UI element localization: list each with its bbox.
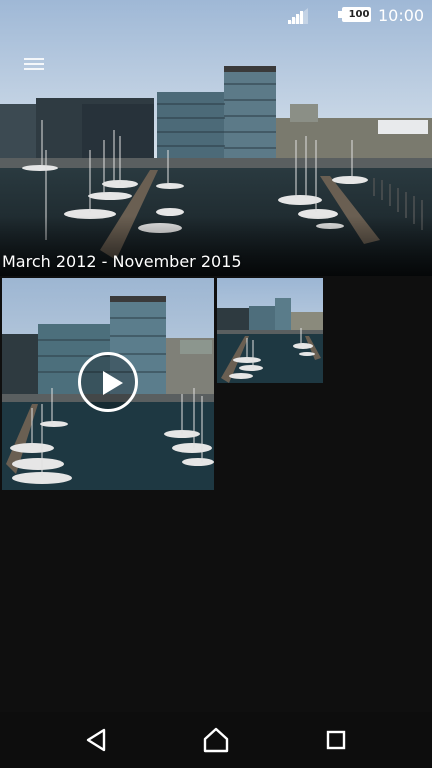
grid-item-video[interactable] — [2, 278, 214, 490]
cellular-signal-icon — [288, 8, 308, 24]
album-date-range: March 2012 - November 2015 — [2, 252, 242, 271]
back-glyph — [86, 728, 106, 752]
grid-item-photo[interactable] — [217, 278, 323, 383]
back-triangle-icon[interactable] — [76, 720, 116, 760]
recent-glyph — [326, 730, 346, 750]
menu-line — [24, 58, 44, 60]
menu-line — [24, 63, 44, 65]
battery-level: 100 — [348, 9, 370, 20]
play-icon — [78, 352, 138, 412]
hamburger-menu-icon[interactable] — [20, 50, 48, 78]
recent-apps-icon[interactable] — [316, 720, 356, 760]
menu-line — [24, 68, 44, 70]
system-navigation-bar — [0, 712, 432, 768]
home-glyph — [203, 727, 229, 753]
photo-thumbnail — [217, 278, 323, 383]
home-icon[interactable] — [196, 720, 236, 760]
gallery-screen: 100 10:00 March 2012 - November 2015 — [0, 0, 432, 768]
status-time: 10:00 — [378, 6, 425, 25]
album-cover-image[interactable] — [0, 0, 432, 276]
status-bar: 100 10:00 — [0, 0, 432, 32]
